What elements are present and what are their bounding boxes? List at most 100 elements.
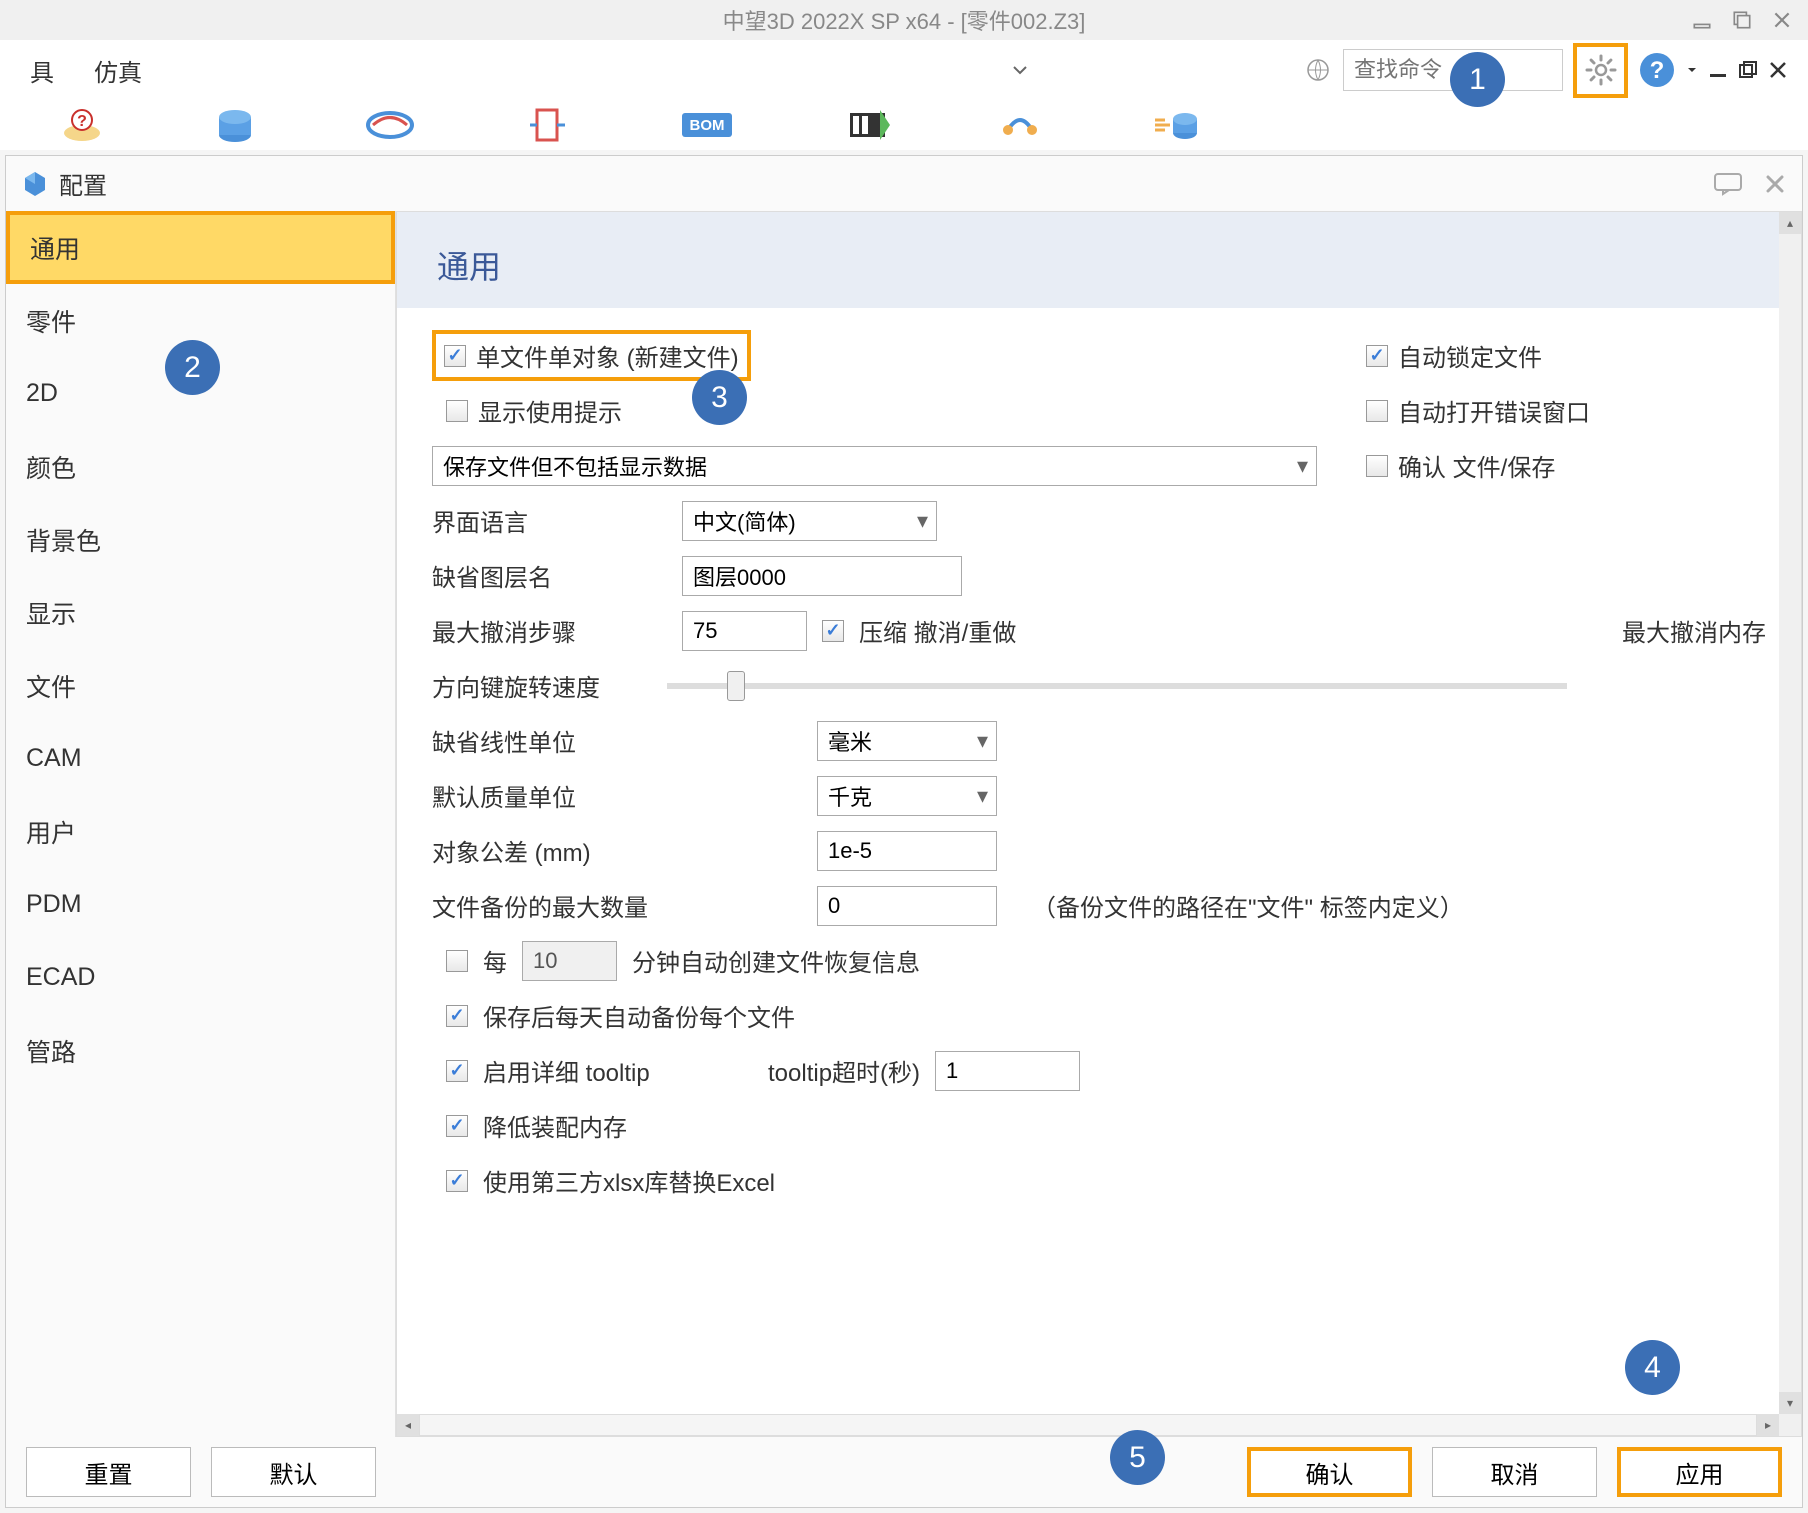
tool-icon-2[interactable] xyxy=(215,105,255,145)
lbl-show-hints: 显示使用提示 xyxy=(478,393,622,428)
sidebar-item-display[interactable]: 显示 xyxy=(6,576,395,649)
reset-button[interactable]: 重置 xyxy=(26,1447,191,1497)
input-backup[interactable] xyxy=(817,886,997,926)
tool-icon-4[interactable] xyxy=(525,105,570,145)
lbl-auto-lock: 自动锁定文件 xyxy=(1398,338,1542,373)
cb-xlsx[interactable] xyxy=(446,1170,468,1192)
cb-compress[interactable] xyxy=(822,620,844,642)
input-undo[interactable] xyxy=(682,611,807,651)
scroll-left-icon[interactable]: ◂ xyxy=(397,1414,419,1436)
lbl-tooltip: 启用详细 tooltip xyxy=(483,1053,753,1088)
sidebar-item-user[interactable]: 用户 xyxy=(6,795,395,868)
input-layer[interactable] xyxy=(682,556,962,596)
sidebar-item-general[interactable]: 通用 xyxy=(6,211,395,284)
sel-lang-value: 中文(简体) xyxy=(693,505,796,537)
dropdown-icon[interactable] xyxy=(1012,62,1028,78)
scroll-right-icon[interactable]: ▸ xyxy=(1757,1414,1779,1436)
restore-icon[interactable] xyxy=(1738,60,1758,80)
slider-thumb[interactable] xyxy=(727,671,745,701)
close-dialog-icon[interactable] xyxy=(1763,172,1787,196)
cb-show-hints[interactable] xyxy=(446,400,468,422)
content-title: 通用 xyxy=(437,242,1761,288)
minimize2-icon[interactable] xyxy=(1708,60,1728,80)
lbl-layer: 缺省图层名 xyxy=(432,558,667,593)
window-controls xyxy=(1691,9,1793,31)
sidebar-item-file[interactable]: 文件 xyxy=(6,649,395,722)
lbl-undo-mem: 最大撤消内存 xyxy=(1622,613,1766,648)
cb-confirm-save[interactable] xyxy=(1366,455,1388,477)
lbl-backup-note: （备份文件的路径在"文件" 标签内定义） xyxy=(1032,888,1464,923)
sel-save-value: 保存文件但不包括显示数据 xyxy=(443,450,707,482)
tool-icon-3[interactable] xyxy=(365,105,415,145)
input-tooltip-time[interactable] xyxy=(935,1051,1080,1091)
sidebar-item-color[interactable]: 颜色 xyxy=(6,430,395,503)
menu-item-sim[interactable]: 仿真 xyxy=(74,53,162,88)
maximize-icon[interactable] xyxy=(1731,9,1753,31)
scrollbar-vertical[interactable]: ▴ ▾ xyxy=(1779,212,1801,1436)
settings-button[interactable] xyxy=(1573,43,1628,98)
badge-1: 1 xyxy=(1450,52,1505,107)
help-dropdown-icon[interactable] xyxy=(1686,64,1698,76)
minimize-icon[interactable] xyxy=(1691,9,1713,31)
lbl-linear: 缺省线性单位 xyxy=(432,723,802,758)
lbl-reduce-mem: 降低装配内存 xyxy=(483,1108,627,1143)
config-sidebar: 通用 零件 2D 颜色 背景色 显示 文件 CAM 用户 PDM ECAD 管路 xyxy=(6,211,396,1437)
apply-button[interactable]: 应用 xyxy=(1617,1447,1782,1497)
sidebar-item-bgcolor[interactable]: 背景色 xyxy=(6,503,395,576)
close2-icon[interactable] xyxy=(1768,60,1788,80)
cb-every[interactable] xyxy=(446,950,468,972)
tool-icon-1[interactable]: ? xyxy=(60,105,105,145)
satellite-icon[interactable] xyxy=(1303,55,1333,85)
config-content: 通用 单文件单对象 (新建文件) 自动锁定文件 xyxy=(396,211,1802,1437)
scroll-down-icon[interactable]: ▾ xyxy=(1779,1392,1801,1414)
tool-icon-6[interactable] xyxy=(1000,105,1040,145)
input-every xyxy=(522,941,617,981)
cb-single-file[interactable] xyxy=(444,345,466,367)
sidebar-item-pipe[interactable]: 管路 xyxy=(6,1014,395,1087)
lbl-every-min: 分钟自动创建文件恢复信息 xyxy=(632,943,920,978)
help-icon[interactable]: ? xyxy=(1638,51,1676,89)
svg-text:BOM: BOM xyxy=(690,117,725,134)
lbl-backup: 文件备份的最大数量 xyxy=(432,888,802,923)
input-tol[interactable] xyxy=(817,831,997,871)
svg-text:?: ? xyxy=(1650,57,1665,84)
lbl-single-file: 单文件单对象 (新建文件) xyxy=(476,338,739,373)
tool-icon-7[interactable] xyxy=(1150,105,1200,145)
form-area: 单文件单对象 (新建文件) 自动锁定文件 显示使用提示 xyxy=(397,308,1801,1228)
menu-item-tools[interactable]: 具 xyxy=(10,53,74,88)
highlight-single-file: 单文件单对象 (新建文件) xyxy=(432,330,751,381)
cb-auto-lock[interactable] xyxy=(1366,345,1388,367)
ok-button[interactable]: 确认 xyxy=(1247,1447,1412,1497)
sidebar-item-cam[interactable]: CAM xyxy=(6,722,395,795)
lbl-mass: 默认质量单位 xyxy=(432,778,802,813)
scroll-h-track[interactable] xyxy=(419,1414,1757,1436)
sel-lang[interactable]: 中文(简体) xyxy=(682,501,937,541)
tool-icon-bom[interactable]: BOM xyxy=(680,108,735,143)
lbl-auto-error: 自动打开错误窗口 xyxy=(1398,393,1590,428)
gear-icon xyxy=(1583,52,1619,88)
cancel-button[interactable]: 取消 xyxy=(1432,1447,1597,1497)
default-button[interactable]: 默认 xyxy=(211,1447,376,1497)
cb-tooltip[interactable] xyxy=(446,1060,468,1082)
config-dialog: 配置 通用 零件 2D 颜色 背景色 显示 文件 CAM 用户 PDM ECAD… xyxy=(5,155,1803,1508)
scroll-up-icon[interactable]: ▴ xyxy=(1779,212,1801,234)
sel-save-mode[interactable]: 保存文件但不包括显示数据 xyxy=(432,446,1317,486)
sel-mass[interactable]: 千克 xyxy=(817,776,997,816)
cb-auto-error[interactable] xyxy=(1366,400,1388,422)
cb-reduce-mem[interactable] xyxy=(446,1115,468,1137)
close-icon[interactable] xyxy=(1771,9,1793,31)
slider-rotate[interactable] xyxy=(667,683,1567,689)
lbl-tooltip-time: tooltip超时(秒) xyxy=(768,1053,920,1088)
sidebar-item-ecad[interactable]: ECAD xyxy=(6,941,395,1014)
sidebar-item-pdm[interactable]: PDM xyxy=(6,868,395,941)
title-bar: 中望3D 2022X SP x64 - [零件002.Z3] xyxy=(0,0,1808,40)
tool-icon-5[interactable] xyxy=(845,105,890,145)
speech-icon[interactable] xyxy=(1713,172,1743,196)
lbl-rotate: 方向键旋转速度 xyxy=(432,668,632,703)
menu-bar: 具 仿真 ? xyxy=(0,40,1808,100)
sel-linear[interactable]: 毫米 xyxy=(817,721,997,761)
scrollbar-horizontal[interactable]: ◂ ▸ xyxy=(397,1414,1779,1436)
config-body: 通用 零件 2D 颜色 背景色 显示 文件 CAM 用户 PDM ECAD 管路… xyxy=(6,211,1802,1437)
cb-daily-backup[interactable] xyxy=(446,1005,468,1027)
sel-mass-value: 千克 xyxy=(828,780,872,812)
